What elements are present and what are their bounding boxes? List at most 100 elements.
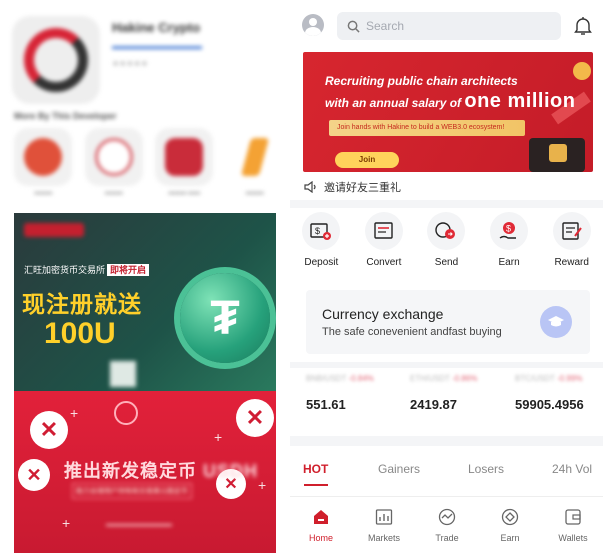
search-icon bbox=[347, 20, 360, 33]
sparkle-icon: + bbox=[62, 515, 71, 531]
h-logo-icon: ✕ bbox=[236, 399, 274, 437]
wallet-icon bbox=[563, 507, 583, 527]
ticker-pair: ETH/USDT -0.86% bbox=[410, 374, 478, 383]
ticker-item[interactable]: ETH/USDT -0.86% 2419.87 bbox=[410, 374, 477, 412]
reward-icon bbox=[552, 212, 591, 250]
top-bar bbox=[290, 0, 603, 52]
ticker-price: 59905.4956 bbox=[515, 397, 584, 412]
ticker-item[interactable]: BTC/USDT -0.99% 59905.4956 bbox=[515, 374, 584, 412]
notice-bar[interactable]: 邀请好友三重礼 bbox=[304, 178, 401, 196]
nav-label: Wallets bbox=[558, 533, 588, 543]
promo-footnote: ▬▬▬▬▬▬▬▬▬▬▬ bbox=[106, 522, 172, 528]
deposit-icon: $ bbox=[302, 212, 341, 250]
notice-text: 邀请好友三重礼 bbox=[324, 182, 401, 194]
exchange-title: Currency exchange bbox=[322, 306, 444, 322]
ticker-item[interactable]: BNB/USDT -0.84% 551.61 bbox=[306, 374, 374, 412]
nav-earn[interactable]: Earn bbox=[483, 507, 537, 543]
search-bar[interactable] bbox=[337, 12, 561, 40]
nav-markets[interactable]: Markets bbox=[357, 507, 411, 543]
nav-wallets[interactable]: Wallets bbox=[546, 507, 600, 543]
sparkle-icon: + bbox=[214, 429, 223, 445]
sparkle-icon: + bbox=[258, 477, 267, 493]
app-icon[interactable] bbox=[12, 16, 100, 104]
ticker-pair: BTC/USDT -0.99% bbox=[515, 374, 583, 383]
bottom-nav: Home Markets Trade Earn Wallets bbox=[290, 496, 603, 553]
divider bbox=[290, 436, 603, 446]
promo-image-usdh[interactable]: ✕ ✕ ✕ ✕ + + + + 推出新发稳定币 USDH 助力全球用户持有和交易… bbox=[14, 391, 276, 553]
nav-label: Markets bbox=[367, 533, 400, 543]
banner-strip: Join hands with Hakine to build a WEB3.0… bbox=[329, 120, 525, 136]
markets-icon bbox=[374, 507, 394, 527]
search-input[interactable] bbox=[366, 19, 546, 33]
send-icon bbox=[427, 212, 466, 250]
action-label: Reward bbox=[554, 257, 589, 268]
sparkle-icon: + bbox=[70, 405, 79, 421]
promo-amount: 100U bbox=[44, 317, 116, 350]
coin-icon bbox=[573, 62, 591, 80]
earn-nav-icon bbox=[500, 507, 520, 527]
app-developer-link[interactable]: ▬▬▬▬▬▬▬▬▬▬ bbox=[112, 41, 282, 51]
promo-tag: 汇旺加密货币交易所 即将开启 bbox=[24, 263, 150, 276]
svg-text:$: $ bbox=[315, 226, 320, 236]
promo-logo bbox=[24, 223, 84, 237]
banner-line1: Recruiting public chain architects bbox=[325, 74, 518, 88]
developer-app[interactable]: ▬▬▬ bbox=[14, 128, 73, 208]
promo-banner[interactable]: Recruiting public chain architects with … bbox=[303, 52, 593, 172]
action-label: Deposit bbox=[304, 257, 339, 268]
exchange-subtitle: The safe conevenient andfast buying bbox=[322, 326, 502, 338]
promo-headline: 现注册就送 bbox=[22, 291, 142, 317]
nav-label: Home bbox=[308, 533, 333, 543]
bell-icon[interactable] bbox=[574, 16, 592, 36]
market-tabs: HOT Gainers Losers 24h Vol bbox=[290, 456, 603, 488]
tether-coin-icon: ₮ bbox=[180, 273, 270, 363]
h-logo-icon: ✕ bbox=[18, 459, 50, 491]
action-label: Send bbox=[434, 257, 459, 268]
nav-label: Trade bbox=[435, 533, 459, 543]
earn-icon: $ bbox=[490, 212, 529, 250]
ticker-pair: BNB/USDT -0.84% bbox=[306, 374, 374, 383]
tab-hot[interactable]: HOT bbox=[303, 462, 328, 476]
app-info: Hakine Crypto ▬▬▬▬▬▬▬▬▬▬ ★★★★★ bbox=[112, 20, 282, 68]
app-rating: ★★★★★ bbox=[112, 59, 148, 68]
svg-text:$: $ bbox=[506, 224, 511, 234]
treasure-box-icon bbox=[529, 138, 585, 172]
h-logo-icon: ✕ bbox=[30, 411, 68, 449]
tab-gainers[interactable]: Gainers bbox=[378, 462, 420, 476]
app-store-panel: Hakine Crypto ▬▬▬▬▬▬▬▬▬▬ ★★★★★ More By T… bbox=[0, 0, 290, 553]
join-button[interactable]: Join bbox=[335, 152, 399, 168]
action-earn[interactable]: $ Earn bbox=[478, 212, 541, 276]
action-label: Earn bbox=[498, 257, 520, 268]
action-label: Convert bbox=[366, 257, 402, 268]
action-reward[interactable]: Reward bbox=[540, 212, 603, 276]
convert-icon bbox=[364, 212, 403, 250]
seal-icon bbox=[114, 401, 138, 425]
divider bbox=[290, 200, 603, 208]
action-deposit[interactable]: $ Deposit bbox=[290, 212, 353, 276]
currency-exchange-card[interactable]: Currency exchange The safe conevenient a… bbox=[306, 290, 590, 354]
ticker-price: 2419.87 bbox=[410, 397, 457, 412]
tab-losers[interactable]: Losers bbox=[468, 462, 504, 476]
action-send[interactable]: Send bbox=[415, 212, 478, 276]
developer-app[interactable]: ▬▬▬ bbox=[225, 128, 285, 208]
tab-24h-vol[interactable]: 24h Vol bbox=[552, 462, 592, 476]
graduation-cap-icon bbox=[540, 306, 572, 338]
developer-app[interactable]: ▬▬▬ bbox=[84, 128, 144, 208]
ticker-price: 551.61 bbox=[306, 397, 346, 412]
promo-caption: 推出新发稳定币 USDH bbox=[64, 461, 259, 481]
action-convert[interactable]: Convert bbox=[353, 212, 416, 276]
promo-image-usdt[interactable]: 汇旺加密货币交易所 即将开启 现注册就送 100U ₮ bbox=[14, 213, 276, 391]
trade-icon bbox=[437, 507, 457, 527]
nav-label: Earn bbox=[500, 533, 520, 543]
ticker-strip: BNB/USDT -0.84% 551.61 ETH/USDT -0.86% 2… bbox=[290, 374, 603, 430]
nav-home[interactable]: Home bbox=[294, 507, 348, 543]
nav-trade[interactable]: Trade bbox=[420, 507, 474, 543]
exchange-home-screen: Recruiting public chain architects with … bbox=[290, 0, 603, 553]
quick-actions: $ Deposit Convert Send $ Earn Reward bbox=[290, 212, 603, 276]
app-header: Hakine Crypto ▬▬▬▬▬▬▬▬▬▬ ★★★★★ bbox=[8, 10, 288, 110]
developer-app[interactable]: ▬▬▬ ▬▬ bbox=[155, 128, 214, 208]
tab-indicator bbox=[304, 484, 328, 486]
qr-code-icon bbox=[110, 361, 136, 387]
avatar[interactable] bbox=[302, 14, 324, 36]
home-icon bbox=[311, 507, 331, 527]
promo-subcaption: 助力全球用户持有和交易美元稳定币 bbox=[72, 483, 192, 499]
